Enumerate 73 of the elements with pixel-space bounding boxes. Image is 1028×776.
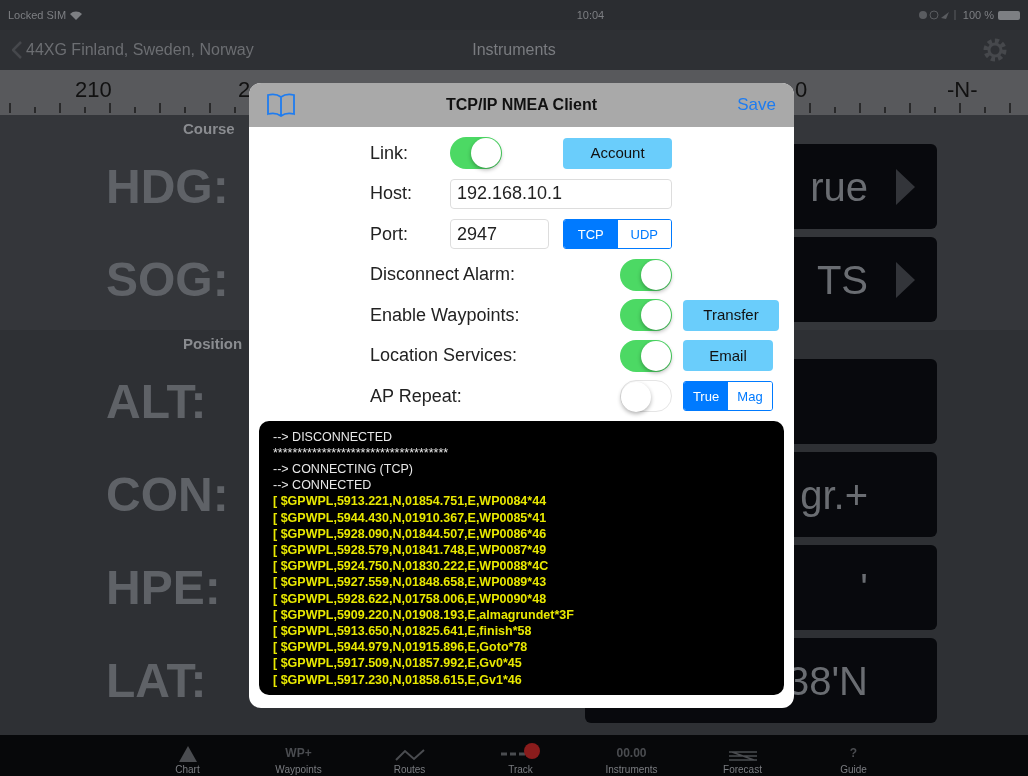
setting-label: AP Repeat: <box>370 384 463 408</box>
setting-label: Port: <box>370 222 409 246</box>
setting-label: Disconnect Alarm: <box>370 263 517 287</box>
instrument-value: ' <box>860 564 868 612</box>
toggle-switch[interactable] <box>620 380 672 413</box>
tab-glyph: 00.00 <box>616 745 647 762</box>
tab-glyph: ? <box>849 745 858 762</box>
toggle-switch[interactable] <box>620 339 672 372</box>
battery-percent: 100 % <box>962 7 994 23</box>
zigzag-icon <box>394 748 425 762</box>
action-button[interactable]: Transfer <box>683 299 779 331</box>
nav-title: Instruments <box>472 40 556 60</box>
settings-icon[interactable] <box>982 37 1008 63</box>
setting-label: Location Services: <box>370 344 519 368</box>
log-line: [ $GPWPL,5913.221,N,01854.751,E,WP0084*44 <box>273 493 548 510</box>
log-line: --> CONNECTED <box>273 477 373 494</box>
play-arrow-icon <box>896 261 915 298</box>
log-line: ************************************ <box>273 444 450 461</box>
tab-glyph: WP+ <box>285 745 312 762</box>
log-line: --> DISCONNECTED <box>273 428 394 445</box>
compass-label: -N- <box>947 76 978 104</box>
toggle-switch[interactable] <box>450 137 502 170</box>
tab-bar-item[interactable]: Routes <box>354 735 465 776</box>
tab-bar-item[interactable]: Track <box>465 735 576 776</box>
book-icon[interactable] <box>267 93 295 117</box>
tab-bar-item[interactable]: Forecast <box>687 735 798 776</box>
host-field[interactable]: 192.168.10.1 <box>450 178 672 209</box>
log-line: [ $GPWPL,5928.090,N,01844.507,E,WP0086*46 <box>273 525 548 542</box>
setting-label: Host: <box>370 182 413 206</box>
status-icons <box>918 10 959 20</box>
setting-label: Enable Waypoints: <box>370 303 521 327</box>
forecast-icon <box>727 750 758 762</box>
instrument-value: gr.+ <box>800 471 868 519</box>
tab-bar-item[interactable]: 00.00 Instruments <box>576 735 687 776</box>
tab-bar-item[interactable]: ? Guide <box>798 735 909 776</box>
compass-label: 2 <box>238 76 251 104</box>
compass-label: 0 <box>795 76 808 104</box>
log-line: [ $GPWPL,5928.622,N,01758.006,E,WP0090*48 <box>273 590 548 607</box>
instrument-value: rue <box>810 163 868 211</box>
action-button[interactable]: Account <box>563 137 672 169</box>
log-line: [ $GPWPL,5928.579,N,01841.748,E,WP0087*49 <box>273 541 548 559</box>
status-time: 10:04 <box>576 7 605 23</box>
track-icon <box>500 742 541 762</box>
toggle-switch[interactable] <box>620 258 672 291</box>
play-arrow-icon <box>896 168 915 205</box>
log-line: [ $GPWPL,5924.750,N,01830.222,E,WP0088*4C <box>273 558 550 575</box>
dialog-title: TCP/IP NMEA Client <box>445 95 598 115</box>
action-button[interactable]: Email <box>683 340 773 372</box>
triangle-icon <box>178 746 197 762</box>
log-line: [ $GPWPL,5913.650,N,01825.641,E,finish*58 <box>273 622 533 640</box>
segment-option[interactable]: True <box>684 382 728 411</box>
log-line: [ $GPWPL,5917.509,N,01857.992,E,Gv0*45 <box>273 655 523 672</box>
toggle-switch[interactable] <box>620 299 672 332</box>
back-chevron-icon <box>12 41 22 59</box>
log-line: [ $GPWPL,5917.230,N,01858.615,E,Gv1*46 <box>273 671 523 688</box>
port-field[interactable]: 2947 <box>450 219 549 250</box>
back-link[interactable]: 44XG Finland, Sweden, Norway <box>26 38 254 62</box>
tab-bar-item[interactable]: Chart <box>132 735 243 776</box>
carrier-label: Locked SIM <box>8 7 67 23</box>
log-line: [ $GPWPL,5944.979,N,01915.896,E,Goto*78 <box>273 639 529 656</box>
section-header: Position <box>183 333 243 354</box>
compass-label: 210 <box>75 76 112 104</box>
segment-option[interactable]: TCP <box>564 220 618 249</box>
log-line: [ $GPWPL,5944.430,N,01910.367,E,WP0085*41 <box>273 509 548 526</box>
wifi-icon <box>70 10 83 20</box>
tab-bar-item[interactable]: WP+ Waypoints <box>243 735 354 776</box>
log-line: [ $GPWPL,5909.220,N,01908.193,E,almagrundet*3F <box>273 606 575 623</box>
log-line: --> CONNECTING (TCP) <box>273 460 414 478</box>
instrument-value: TS <box>816 256 868 304</box>
battery-icon <box>998 10 1020 20</box>
section-header: Course <box>183 118 235 139</box>
setting-label: Link: <box>370 141 410 165</box>
log-line: [ $GPWPL,5927.559,N,01848.658,E,WP0089*43 <box>273 574 548 591</box>
